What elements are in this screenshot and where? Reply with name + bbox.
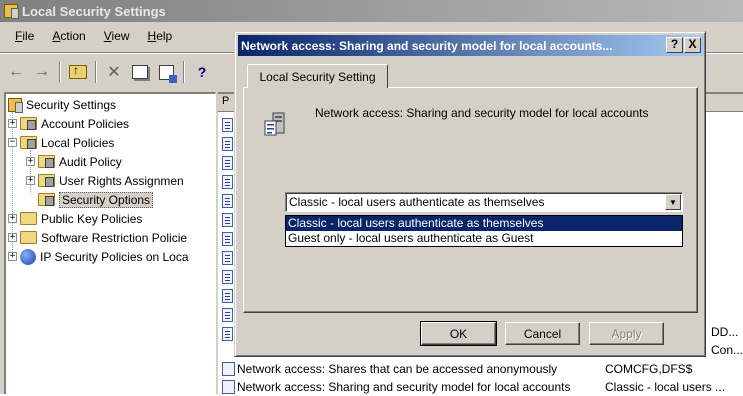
policy-icon[interactable]	[222, 251, 233, 265]
tree-item-public-key-policies[interactable]: + Public Key Policies	[8, 209, 142, 228]
close-button[interactable]: X	[684, 37, 701, 53]
back-button[interactable]: ←	[4, 60, 28, 84]
export-list-icon	[158, 64, 177, 83]
security-settings-icon	[4, 4, 19, 19]
console-tree: Security Settings + Account Policies − L…	[4, 92, 216, 394]
policy-icon[interactable]	[222, 213, 233, 227]
expand-icon[interactable]: +	[26, 176, 35, 185]
expand-icon[interactable]: +	[8, 252, 17, 261]
toolbar-separator	[183, 61, 185, 83]
policy-icon[interactable]	[222, 156, 233, 170]
option-guest-only[interactable]: Guest only - local users authenticate as…	[286, 231, 682, 246]
partial-value: DD...	[711, 325, 739, 339]
toolbar-separator	[59, 61, 61, 83]
partial-value: Con...	[711, 343, 743, 357]
properties-icon	[132, 65, 148, 79]
tab-local-security-setting[interactable]: Local Security Setting	[247, 64, 388, 88]
tree-item-audit-policy[interactable]: + Audit Policy	[26, 152, 122, 171]
policy-server-icon	[264, 112, 285, 136]
delete-icon: ✕	[107, 64, 121, 81]
collapse-icon[interactable]: −	[8, 138, 17, 147]
menu-help[interactable]: Help	[139, 27, 182, 45]
folder-icon	[20, 212, 37, 225]
tree-item-security-settings[interactable]: Security Settings	[8, 95, 116, 114]
policy-icon[interactable]	[222, 232, 233, 246]
help-button[interactable]: ?	[190, 60, 214, 84]
secure-folder-icon	[38, 193, 55, 206]
policy-description: Network access: Sharing and security mod…	[315, 106, 649, 120]
dropdown-arrow-icon[interactable]: ▼	[665, 194, 681, 210]
list-item[interactable]: Network access: Shares that can be acces…	[222, 360, 735, 378]
main-title-bar[interactable]: Local Security Settings	[0, 0, 743, 22]
delete-button[interactable]: ✕	[102, 60, 126, 84]
policy-icon[interactable]	[222, 289, 233, 303]
policy-icon[interactable]	[222, 137, 233, 151]
forward-arrow-icon: →	[34, 63, 50, 80]
security-model-select[interactable]: Classic - local users authenticate as th…	[285, 192, 683, 212]
policy-properties-dialog: Network access: Sharing and security mod…	[234, 31, 706, 357]
apply-button[interactable]: Apply	[589, 322, 664, 345]
policy-icon[interactable]	[222, 118, 233, 132]
expand-icon[interactable]: +	[8, 214, 17, 223]
back-arrow-icon: ←	[8, 63, 24, 80]
window-title: Local Security Settings	[22, 3, 166, 19]
expand-icon[interactable]: +	[8, 233, 17, 242]
security-settings-icon	[8, 97, 23, 113]
list-item[interactable]: Network access: Sharing and security mod…	[222, 378, 735, 396]
tree-item-software-restriction-policies[interactable]: + Software Restriction Policie	[8, 228, 187, 247]
policy-column-header[interactable]: P	[222, 95, 229, 107]
secure-folder-icon	[20, 136, 37, 149]
toolbar: ← → ✕ ?	[4, 58, 214, 86]
policy-icon[interactable]	[222, 194, 233, 208]
secure-folder-icon	[20, 117, 37, 130]
policy-icon[interactable]	[222, 327, 233, 341]
cancel-button[interactable]: Cancel	[505, 322, 580, 345]
up-one-level-button[interactable]	[66, 60, 90, 84]
option-classic[interactable]: Classic - local users authenticate as th…	[286, 216, 682, 231]
tree-item-security-options[interactable]: Security Options	[26, 190, 154, 209]
export-list-button[interactable]	[154, 60, 178, 84]
tree-item-user-rights-assignment[interactable]: + User Rights Assignmen	[26, 171, 184, 190]
secure-folder-icon	[38, 155, 55, 168]
properties-button[interactable]	[128, 60, 152, 84]
menu-action[interactable]: Action	[43, 27, 94, 45]
security-model-dropdown-list: Classic - local users authenticate as th…	[285, 215, 683, 247]
menu-file[interactable]: File	[6, 27, 43, 45]
policy-icon	[222, 380, 235, 394]
policy-icon[interactable]	[222, 308, 233, 322]
dialog-title-bar[interactable]: Network access: Sharing and security mod…	[238, 35, 704, 56]
help-icon: ?	[197, 64, 207, 80]
folder-up-icon	[69, 63, 87, 79]
policy-icon[interactable]	[222, 175, 233, 189]
tree-item-ip-security-policies[interactable]: + IP Security Policies on Loca	[8, 247, 189, 266]
context-help-button[interactable]: ?	[666, 37, 683, 53]
policy-icon[interactable]	[222, 270, 233, 284]
tree-item-account-policies[interactable]: + Account Policies	[8, 114, 129, 133]
tree-item-local-policies[interactable]: − Local Policies	[8, 133, 114, 152]
dialog-title: Network access: Sharing and security mod…	[241, 38, 613, 53]
folder-icon	[20, 231, 37, 244]
menu-view[interactable]: View	[95, 27, 139, 45]
forward-button[interactable]: →	[30, 60, 54, 84]
expand-icon[interactable]: +	[26, 157, 35, 166]
ip-security-globe-icon	[20, 248, 36, 265]
expand-icon[interactable]: +	[8, 119, 17, 128]
policy-icon	[222, 362, 235, 376]
toolbar-separator	[95, 61, 97, 83]
ok-button[interactable]: OK	[420, 321, 497, 346]
secure-folder-icon	[38, 174, 55, 187]
